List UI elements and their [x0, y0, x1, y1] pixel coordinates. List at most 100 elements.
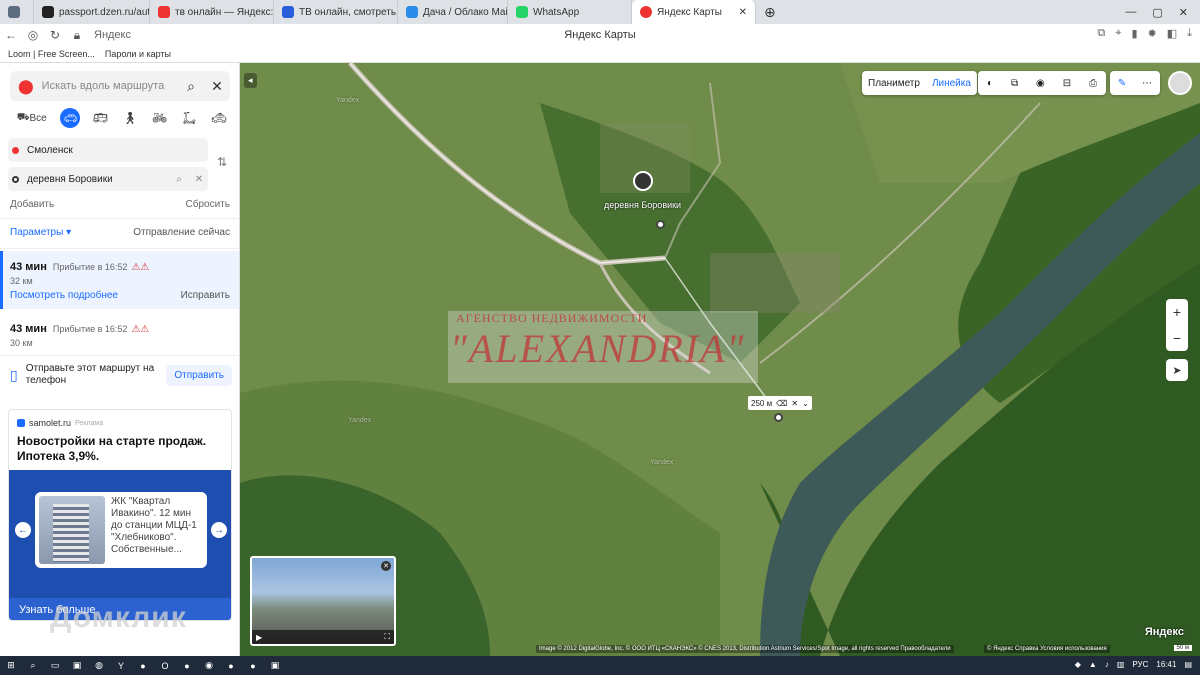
address-bar: ← ◎ ↻ 🔒︎ Яндекс Яндекс Карты ⧉ ⌖ ▮ ✹ ◧ ⤓: [0, 24, 1200, 46]
search-icon[interactable]: ⌕: [178, 78, 204, 95]
location-icon[interactable]: ⌖: [1115, 27, 1121, 40]
map-terms[interactable]: © Яндекс Справка Условия использования: [984, 645, 1110, 653]
swap-icon[interactable]: ⇅: [217, 155, 227, 169]
play-icon[interactable]: ▶: [256, 633, 262, 642]
close-icon[interactable]: ✕: [791, 399, 798, 408]
route-search[interactable]: ⬤ Искать вдоль маршрута ⌕ ✕: [10, 71, 230, 101]
add-waypoint-button[interactable]: Добавить: [10, 199, 54, 210]
close-window-icon[interactable]: ✕: [1179, 6, 1188, 19]
bookmark-loom[interactable]: Loom | Free Screen...: [8, 49, 95, 59]
mode-car[interactable]: 🚗︎: [56, 107, 86, 129]
ruler-button[interactable]: Линейка: [926, 78, 977, 89]
send-button[interactable]: Отправить: [166, 364, 232, 386]
extension-icon[interactable]: ✹: [1148, 27, 1157, 40]
translate-icon[interactable]: ⧉: [1097, 27, 1105, 40]
place-label[interactable]: деревня Боровики: [604, 200, 681, 210]
minimize-icon[interactable]: —: [1125, 6, 1136, 19]
transit-icon[interactable]: ⊟: [1057, 78, 1077, 89]
ruler-icon[interactable]: ✎: [1112, 78, 1132, 89]
tab-passport[interactable]: passport.dzen.ru/auth/upd: [34, 0, 150, 24]
clear-icon[interactable]: ✕: [190, 174, 208, 185]
reset-button[interactable]: Сбросить: [186, 199, 230, 210]
download-icon[interactable]: ⤓: [1187, 27, 1192, 40]
maximize-icon[interactable]: ▢: [1152, 6, 1162, 19]
trash-icon[interactable]: ⌫: [776, 399, 787, 408]
ad-card[interactable]: ЖК "Квартал Ивакино". 12 мин до станции …: [35, 492, 207, 568]
divider: [0, 248, 239, 249]
ad-card-text: ЖК "Квартал Ивакино". 12 мин до станции …: [111, 496, 197, 555]
params-dropdown[interactable]: Параметры ▾: [10, 227, 71, 238]
zoom-in-icon[interactable]: +: [1173, 304, 1181, 320]
yandex-browser-icon[interactable]: Y: [110, 661, 132, 671]
route-option-1[interactable]: 43 мин Прибытие в 16:52 ⚠⚠ 32 км Посмотрет…: [0, 251, 239, 309]
locate-icon[interactable]: ➤: [1166, 359, 1188, 381]
mode-scooter[interactable]: 🛴︎: [175, 107, 205, 129]
windows-start-icon[interactable]: ⊞: [0, 660, 22, 671]
page-title: Яндекс Карты: [564, 29, 636, 41]
departure-time[interactable]: Отправление сейчас: [133, 227, 230, 238]
tab-whatsapp[interactable]: WhatsApp: [508, 0, 632, 24]
building-image: [39, 496, 105, 564]
profile-icon[interactable]: ◧: [1167, 27, 1177, 40]
waypoint-to[interactable]: деревня Боровики ⌕ ✕: [8, 167, 208, 191]
file-explorer-icon[interactable]: ▣: [66, 660, 88, 671]
more-icon[interactable]: ⋯: [1136, 78, 1158, 89]
route-option-2[interactable]: 43 мин Прибытие в 16:52 ⚠⚠ 30 км: [0, 313, 239, 353]
tab-menu[interactable]: [0, 0, 34, 24]
close-icon[interactable]: ✕: [204, 78, 230, 95]
app-icon[interactable]: ●: [132, 661, 154, 671]
app-icon[interactable]: ●: [242, 661, 264, 671]
waypoint-from[interactable]: Смоленск: [8, 138, 208, 162]
close-tab-icon[interactable]: ✕: [739, 7, 747, 18]
mode-taxi[interactable]: 🚕︎: [204, 107, 234, 129]
mode-walk[interactable]: 🚶︎: [115, 107, 145, 129]
language-indicator[interactable]: РУС: [1132, 660, 1148, 669]
place-marker-icon[interactable]: [633, 171, 653, 191]
app-icon[interactable]: ▣: [264, 660, 286, 671]
expand-icon[interactable]: ⛶: [384, 632, 394, 642]
tab-mail-cloud[interactable]: Дача / Облако Mail.ru: [398, 0, 508, 24]
user-avatar[interactable]: [1168, 71, 1192, 95]
bookmark-passwords[interactable]: Пароли и карты: [105, 49, 171, 59]
notifications-icon[interactable]: ▤: [1184, 660, 1192, 669]
search-icon[interactable]: ⌕: [22, 660, 44, 671]
mode-all[interactable]: ⛟ Все: [8, 107, 56, 129]
arrow-left-icon[interactable]: ←: [15, 522, 31, 538]
network-icon[interactable]: ▥: [1117, 660, 1125, 669]
satellite-map[interactable]: Планиметр Линейка ◐ ⧉ ◉ ⊟ ⎙ ✎ ⋯ деревня …: [240, 63, 1200, 656]
chrome-icon[interactable]: ◉: [198, 660, 220, 671]
route-fix-link[interactable]: Исправить: [181, 290, 230, 301]
collapse-sidebar-icon[interactable]: ◂: [244, 73, 257, 88]
opera-icon[interactable]: O: [154, 661, 176, 671]
volume-icon[interactable]: ♪: [1105, 660, 1109, 669]
route-details-link[interactable]: Посмотреть подробнее: [10, 290, 118, 301]
app-icon[interactable]: ●: [176, 661, 198, 671]
task-view-icon[interactable]: ▭: [44, 660, 66, 671]
bookmark-icon[interactable]: ▮: [1131, 27, 1137, 40]
mode-bike[interactable]: 🚲︎: [145, 107, 175, 129]
tab-tv-online[interactable]: ТВ онлайн, смотреть прям: [274, 0, 398, 24]
ad-banner[interactable]: samolet.ru Реклама Новостройки на старте …: [8, 409, 232, 621]
app-icon[interactable]: ●: [220, 661, 242, 671]
clock[interactable]: 16:41: [1156, 660, 1176, 669]
arrow-right-icon[interactable]: →: [211, 522, 227, 538]
close-icon[interactable]: ✕: [381, 561, 391, 571]
mode-bus[interactable]: 🚌︎: [85, 107, 115, 129]
new-tab-button[interactable]: ⊕: [756, 0, 784, 24]
print-icon[interactable]: ⎙: [1083, 78, 1103, 89]
camera-icon[interactable]: ◉: [1030, 78, 1051, 89]
tab-yandex-maps[interactable]: Яндекс Карты ✕: [632, 0, 756, 24]
tray-icon[interactable]: ◆: [1075, 660, 1081, 669]
tab-yandex-search[interactable]: тв онлайн — Яндекс: нашл: [150, 0, 274, 24]
edge-icon[interactable]: ◍: [88, 660, 110, 671]
search-icon[interactable]: ⌕: [168, 174, 190, 185]
search-input[interactable]: Искать вдоль маршрута: [42, 80, 178, 92]
tray-icon[interactable]: ▲: [1089, 660, 1097, 669]
ruler-measure[interactable]: 250 м ⌫ ✕ ⌄: [748, 396, 812, 410]
chevron-down-icon[interactable]: ⌄: [802, 399, 809, 408]
zoom-out-icon[interactable]: −: [1173, 330, 1181, 346]
panorama-icon[interactable]: ⧉: [1005, 78, 1024, 89]
layers-icon[interactable]: ◐: [981, 78, 999, 89]
planimeter-button[interactable]: Планиметр: [862, 78, 926, 89]
panorama-preview[interactable]: ✕ ▶ ⛶: [250, 556, 396, 646]
